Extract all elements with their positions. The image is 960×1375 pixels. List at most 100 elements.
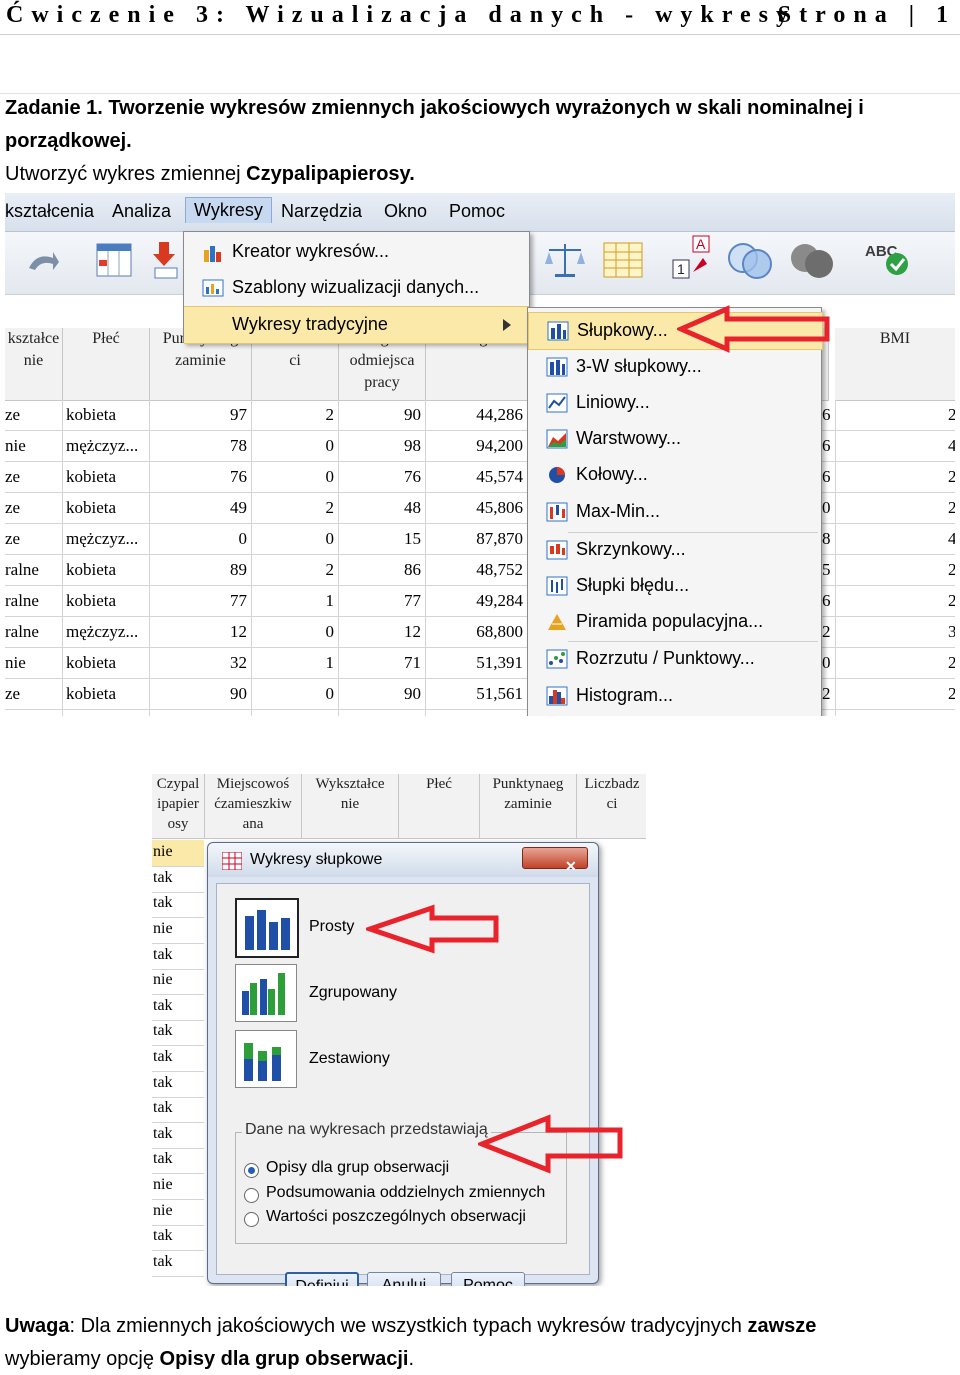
menu-item-kolowy[interactable]: Kołowy... [528,457,821,493]
variable-name: Czypalipapierosy. [246,163,415,185]
list-item: nie [152,917,204,944]
task-heading-2: porządkowej. [5,130,132,152]
list-item: tak [152,1045,204,1072]
radio-label-wartosci[interactable]: Wartości poszczególnych obserwacji [266,1208,526,1226]
chart-window-icon [222,852,242,870]
list-item: tak [152,1096,204,1123]
menu-item-kreator[interactable]: Kreator wykresów... [184,234,529,270]
pyramid-icon [548,614,566,630]
error-bar-icon [546,576,568,596]
radio-label-podsumowania[interactable]: Podsumowania oddzielnych zmiennych [266,1184,545,1202]
chart-builder-icon [204,246,221,262]
col-header-plec[interactable]: Płeć [63,328,150,401]
menu-narzedzia[interactable]: Narzędzia [281,201,362,222]
red-arrow-icon [677,305,830,353]
menu-ksztalcenia[interactable]: kształcenia [5,201,94,222]
group-label: Dane na wykresach przedstawiają [242,1121,491,1139]
scatter-icon [546,649,568,669]
dialog-title: Wykresy słupkowe [250,851,383,868]
menu-wykresy[interactable]: Wykresy [185,197,272,223]
redo-icon[interactable] [23,242,61,280]
simple-bar-option[interactable] [235,898,299,958]
menu-item-warstwowy[interactable]: Warstwowy... [528,421,821,457]
menu-item-liniowy[interactable]: Liniowy... [528,385,821,421]
option-zestawiony[interactable]: Zestawiony [309,1050,390,1068]
weight-cases-icon[interactable] [543,240,585,278]
list-item: tak [152,943,204,970]
list-item: nie [152,840,204,867]
spell-check-icon[interactable]: ABC [863,238,908,276]
select-cases-icon[interactable] [603,240,643,278]
list-item: tak [152,891,204,918]
menu-item-skrzynkowy[interactable]: Skrzynkowy... [528,532,821,568]
goto-case-icon[interactable] [95,240,133,278]
cancel-button[interactable]: Anuluj [367,1272,441,1286]
value-labels-icon[interactable]: A1 [671,234,710,279]
bar-chart-icon [547,321,569,341]
menu-item-max-min[interactable]: Max-Min... [528,494,821,530]
clustered-bar-icon [242,973,285,1015]
list-item: nie [152,968,204,995]
clustered-bar-option[interactable] [235,964,297,1022]
goto-variable-icon[interactable] [149,240,187,279]
high-low-chart-icon [546,502,568,522]
page-number: Strona | 1 [777,2,956,28]
menu-okno[interactable]: Okno [384,201,427,222]
menu-item-szablony[interactable]: Szablony wizualizacji danych... [184,270,529,306]
col-header-wyksztalcenie[interactable]: Wykształce nie [302,774,399,839]
col-header-miejscowosc[interactable]: Miejscowoś ćzamieszkiw ana [205,774,302,839]
area-chart-icon [546,429,568,449]
menu-pomoc[interactable]: Pomoc [449,201,505,222]
col-header-wyksztalcenie[interactable]: kształce nie [5,328,63,401]
instr-text: Utworzyć wykres zmiennej [5,163,247,185]
define-button[interactable]: Definiuj [285,1272,359,1286]
radio-opisy-grup[interactable] [244,1163,259,1178]
histogram-icon [546,686,568,706]
page-header: Ćwiczenie 3: Wizualizacja danych - wykre… [0,0,960,35]
close-icon: ✕ [565,858,577,874]
list-item: nie [152,1173,204,1200]
col-header-punkty[interactable]: Punktynaegzaminie [480,774,577,839]
spss-menu-screenshot: kształcenia Analiza Wykresy Narzędzia Ok… [5,193,955,716]
menu-item-piramida[interactable]: Piramida populacyjna... [528,604,821,640]
menubar: kształcenia Analiza Wykresy Narzędzia Ok… [5,193,955,232]
radio-label-opisy-grup[interactable]: Opisy dla grup obserwacji [266,1159,449,1177]
simple-bar-icon [245,910,290,950]
list-item: tak [152,1224,204,1251]
menu-item-3w-slupkowy[interactable]: 3-W słupkowy... [528,349,821,385]
radio-wartosci[interactable] [244,1212,259,1227]
list-item: nie [152,1199,204,1226]
list-item: tak [152,994,204,1021]
help-button[interactable]: Pomoc [451,1272,525,1286]
col-header-bmi[interactable]: BMI [835,328,955,401]
col-header-plec[interactable]: Płeć [399,774,480,839]
menu-analiza[interactable]: Analiza [112,201,171,222]
red-arrow-icon [478,1114,623,1174]
menu-item-rozrzutu[interactable]: Rozrzutu / Punktowy... [528,641,821,677]
wykresy-menu: Kreator wykresów... Szablony wizualizacj… [183,231,530,344]
col-header-liczba-dzieci[interactable]: Liczbadz ci [577,774,646,839]
bar-chart-dialog-screenshot: Czypal ipapier osy Miejscowoś ćzamieszkiw an… [152,774,646,1286]
stacked-bar-icon [244,1043,281,1081]
menu-item-slupki-bledu[interactable]: Słupki błędu... [528,568,821,604]
list-item: tak [152,866,204,893]
close-button[interactable]: ✕ [522,847,588,874]
doc-title: Ćwiczenie 3: Wizualizacja danych - wykre… [6,2,796,28]
3d-bar-chart-icon [546,357,568,377]
list-item: tak [152,1071,204,1098]
radio-podsumowania[interactable] [244,1188,259,1203]
template-icon [202,279,224,297]
task-instruction: Utworzyć wykres zmiennej Czypalipapieros… [5,158,415,190]
list-item: tak [152,1250,204,1277]
submenu-arrow-icon [503,319,511,331]
pie-chart-icon [549,467,565,483]
note-line-1: Uwaga: Dla zmiennych jakościowych we wsz… [5,1315,817,1337]
col-header-czypalipapierosy[interactable]: Czypal ipapier osy [152,774,205,839]
use-sets-icon[interactable] [725,238,772,279]
menu-item-histogram[interactable]: Histogram... [528,678,821,714]
option-prosty[interactable]: Prosty [309,918,354,936]
stacked-bar-option[interactable] [235,1030,297,1088]
option-zgrupowany[interactable]: Zgrupowany [309,984,397,1002]
menu-item-wykresy-tradycyjne[interactable]: Wykresy tradycyjne [184,306,529,344]
show-all-variables-icon[interactable] [787,238,833,278]
